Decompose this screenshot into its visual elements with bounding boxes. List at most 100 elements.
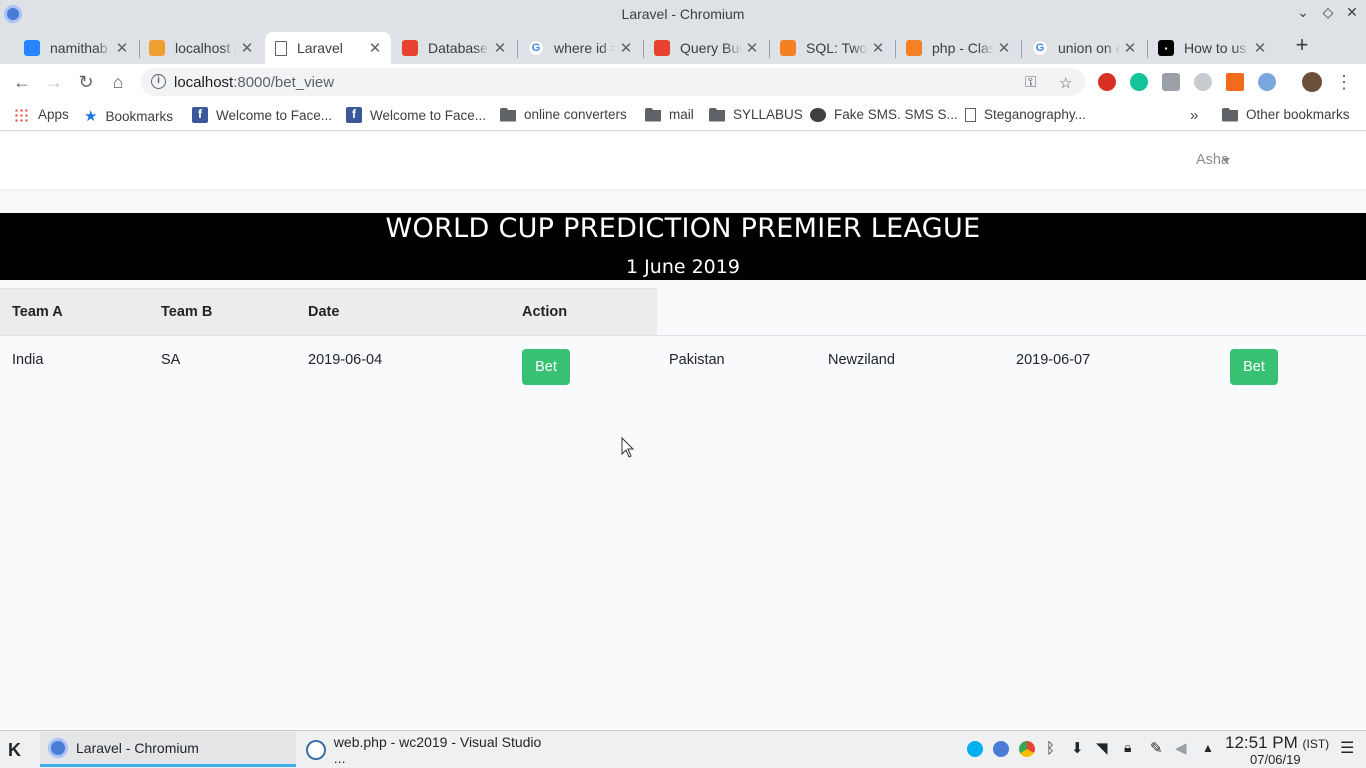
tab-query-builder[interactable]: Query Buil ✕	[644, 32, 768, 64]
bookmark-folder-online-converters[interactable]: online converters	[500, 107, 627, 122]
star-icon: ★	[84, 108, 98, 125]
header-date: Date	[308, 304, 340, 320]
forward-arrow-icon[interactable]: →	[42, 70, 66, 94]
app-navbar: Asha	[0, 132, 1366, 189]
skype-icon[interactable]	[967, 741, 983, 757]
grammarly-extension-icon[interactable]	[1130, 73, 1148, 91]
chromium-icon	[4, 5, 22, 23]
close-tab-icon[interactable]: ✕	[994, 39, 1014, 57]
wifi-icon[interactable]: ◥	[1096, 739, 1112, 757]
clipboard-icon[interactable]: ✎	[1150, 739, 1166, 757]
tab-dev-howto[interactable]: ▪ How to us ✕	[1148, 32, 1276, 64]
vpn-extension-icon[interactable]	[1194, 73, 1212, 91]
taskbar-item-chromium[interactable]: Laravel - Chromium	[40, 732, 296, 767]
close-tab-icon[interactable]: ✕	[742, 39, 762, 57]
more-bookmarks-chevron-icon[interactable]: »	[1190, 107, 1198, 124]
tab-laravel[interactable]: Laravel ✕	[265, 32, 391, 64]
bookmark-facebook-2[interactable]: f Welcome to Face...	[346, 107, 486, 123]
close-tab-icon[interactable]: ✕	[1250, 39, 1270, 57]
match-2-team-a: Pakistan	[669, 352, 725, 368]
tab-label: namithab /	[50, 40, 112, 56]
tray-expand-icon[interactable]: ▲	[1202, 741, 1218, 757]
vscode-icon	[306, 739, 326, 760]
tab-google-union[interactable]: G union on e ✕	[1022, 32, 1146, 64]
tab-label: How to us	[1184, 40, 1247, 56]
tab-label: union on e	[1058, 40, 1120, 56]
tab-laravel-database[interactable]: Database: ✕	[392, 32, 516, 64]
volume-icon[interactable]: ◀	[1175, 739, 1191, 757]
bitbucket-icon	[24, 40, 40, 56]
facebook-icon: f	[192, 107, 208, 123]
bookmark-fake-sms[interactable]: Fake SMS. SMS S...	[810, 107, 958, 122]
bluetooth-icon[interactable]: ᛒ	[1046, 740, 1058, 757]
folder-icon	[1222, 107, 1238, 122]
ext-icon[interactable]	[1258, 73, 1276, 91]
tab-google-where-id[interactable]: G where id = ✕	[518, 32, 642, 64]
bookmark-other[interactable]: Other bookmarks	[1222, 107, 1350, 122]
close-tab-icon[interactable]: ✕	[868, 39, 888, 57]
close-tab-icon[interactable]: ✕	[616, 39, 636, 57]
os-taskbar: K Laravel - Chromium web.php - wc2019 - …	[0, 730, 1366, 768]
close-tab-icon[interactable]: ✕	[1120, 39, 1140, 57]
menu-kebab-icon[interactable]: ⋮	[1332, 70, 1356, 94]
bookmark-folder-syllabus[interactable]: SYLLABUS	[709, 107, 803, 122]
clock-time[interactable]: 12:51 PM (IST)	[1225, 733, 1329, 753]
page-title: WORLD CUP PREDICTION PREMIER LEAGUE	[385, 213, 981, 244]
site-info-icon[interactable]: i	[151, 74, 166, 89]
page-icon	[275, 40, 287, 56]
chrome-tray-icon[interactable]	[1019, 741, 1035, 757]
url-text[interactable]: localhost:8000/bet_view	[174, 74, 334, 91]
google-icon: G	[1032, 40, 1048, 56]
tab-stackoverflow-php[interactable]: php - Class ✕	[896, 32, 1020, 64]
home-icon[interactable]: ⌂	[106, 70, 130, 94]
tab-stackoverflow-sql[interactable]: SQL: Two s ✕	[770, 32, 894, 64]
tab-label: where id =	[554, 40, 616, 56]
banner-date: 1 June 2019	[626, 256, 740, 278]
tab-label: Database:	[428, 40, 490, 56]
minimize-icon[interactable]: ⌄	[1293, 4, 1313, 21]
header-team-a: Team A	[12, 304, 63, 320]
laravel-icon	[654, 40, 670, 56]
folder-icon	[500, 107, 516, 122]
off-extension-icon[interactable]	[1226, 73, 1244, 91]
bet-button-match-2[interactable]: Bet	[1230, 349, 1278, 385]
caret-down-icon[interactable]	[1222, 158, 1230, 163]
close-tab-icon[interactable]: ✕	[490, 39, 510, 57]
clock-date[interactable]: 07/06/19	[1250, 752, 1301, 767]
profile-avatar[interactable]	[1302, 72, 1322, 92]
chromium-tray-icon[interactable]	[993, 741, 1009, 757]
bookmark-facebook-1[interactable]: f Welcome to Face...	[192, 107, 332, 123]
close-window-icon[interactable]: ✕	[1342, 4, 1362, 21]
new-tab-button[interactable]: +	[1290, 32, 1314, 60]
maximize-icon[interactable]: ◇	[1318, 4, 1338, 21]
hamburger-menu-icon[interactable]: ☰	[1340, 738, 1356, 757]
facebook-icon: f	[346, 107, 362, 123]
lock-icon[interactable]: 🔒︎	[1124, 739, 1140, 755]
adblock-extension-icon[interactable]	[1098, 73, 1116, 91]
key-icon[interactable]: ⚿	[1025, 74, 1036, 91]
hangouts-extension-icon[interactable]	[1162, 73, 1180, 91]
league-banner: WORLD CUP PREDICTION PREMIER LEAGUE 1 Ju…	[0, 213, 1366, 280]
bookmark-star-icon[interactable]: ☆	[1059, 74, 1072, 92]
browser-toolbar: ← → ↻ ⌂ i localhost:8000/bet_view ⚿ ☆ ⋮	[0, 64, 1366, 100]
tab-phpmyadmin[interactable]: localhost / ✕	[139, 32, 263, 64]
close-tab-icon[interactable]: ✕	[237, 39, 257, 57]
taskbar-item-vscode[interactable]: web.php - wc2019 - Visual Studio ...	[298, 732, 554, 767]
reload-icon[interactable]: ↻	[74, 70, 98, 94]
download-icon[interactable]: ⬇	[1071, 739, 1087, 757]
kde-launcher-icon[interactable]: K	[8, 740, 21, 761]
bookmark-steganography[interactable]: Steganography...	[965, 107, 1086, 122]
back-arrow-icon[interactable]: ←	[10, 70, 34, 94]
bookmark-folder-mail[interactable]: mail	[645, 107, 694, 122]
close-tab-icon[interactable]: ✕	[112, 39, 132, 57]
header-action: Action	[522, 304, 568, 320]
address-bar[interactable]: i localhost:8000/bet_view ⚿ ☆	[141, 68, 1085, 96]
bookmark-bookmarks[interactable]: ★ Bookmarks	[84, 107, 173, 125]
bet-button-match-1[interactable]: Bet	[522, 349, 570, 385]
tab-bitbucket[interactable]: namithab / ✕	[14, 32, 138, 64]
stackoverflow-icon	[780, 40, 796, 56]
close-tab-icon[interactable]: ✕	[365, 39, 385, 57]
tab-label: localhost /	[175, 40, 237, 56]
bookmark-apps[interactable]: Apps	[14, 107, 69, 122]
apps-grid-icon	[14, 107, 30, 122]
